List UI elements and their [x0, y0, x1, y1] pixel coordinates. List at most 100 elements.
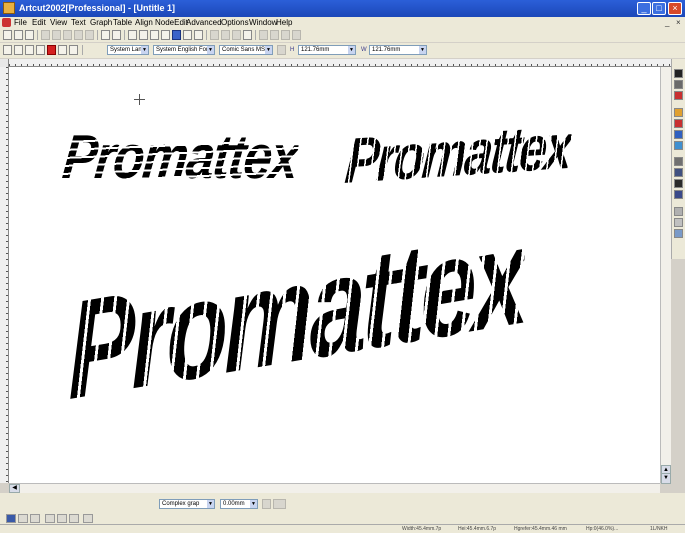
align-left-icon[interactable] — [259, 30, 268, 40]
undo-icon[interactable] — [101, 30, 110, 40]
pen-tool-icon[interactable] — [674, 108, 683, 117]
cut-icon[interactable] — [41, 30, 50, 40]
menu-file[interactable]: File — [14, 18, 27, 27]
menu-options[interactable]: Options — [221, 18, 249, 27]
text-tool-icon[interactable] — [674, 130, 683, 139]
node-tool-icon[interactable] — [674, 80, 683, 89]
menu-view[interactable]: View — [50, 18, 67, 27]
language-select[interactable]: System Lan ▼ — [107, 45, 149, 55]
menu-align[interactable]: Align — [135, 18, 153, 27]
grid-icon[interactable] — [243, 30, 252, 40]
menu-text[interactable]: Text — [71, 18, 86, 27]
font-select[interactable]: Comic Sans MS ▼ — [219, 45, 273, 55]
offset-select[interactable]: 0.00mm ▼ — [220, 499, 258, 509]
weld-tool-icon[interactable] — [674, 168, 683, 177]
lock-ratio-icon[interactable] — [277, 45, 286, 55]
print-icon[interactable] — [150, 30, 159, 40]
layout-mode-icon[interactable] — [18, 514, 28, 523]
image-tool-icon[interactable] — [674, 229, 683, 238]
height-label: H — [290, 47, 295, 53]
ruler-corner[interactable] — [0, 59, 9, 67]
close-button[interactable]: × — [668, 2, 682, 15]
menu-advanced[interactable]: Advanced — [186, 18, 222, 27]
align-right-icon[interactable] — [281, 30, 290, 40]
import-icon[interactable] — [128, 30, 137, 40]
open-file-icon[interactable] — [14, 30, 23, 40]
maximize-button[interactable]: □ — [652, 2, 666, 15]
table-tool-icon[interactable] — [674, 207, 683, 216]
shape-tool-icon[interactable] — [674, 91, 683, 100]
chevron-down-icon[interactable]: ▼ — [207, 500, 214, 508]
chevron-down-icon[interactable]: ▼ — [250, 500, 257, 508]
app-icon[interactable] — [3, 2, 15, 14]
width-input[interactable]: 121.76mm ▼ — [369, 45, 427, 55]
chevron-down-icon[interactable]: ▼ — [141, 46, 148, 54]
properties-icon[interactable] — [85, 30, 94, 40]
export-icon[interactable] — [139, 30, 148, 40]
vertical-scrollbar[interactable]: ▲ ▼ — [660, 67, 671, 484]
shadow-tool-icon[interactable] — [674, 190, 683, 199]
view-mode-icon[interactable] — [6, 514, 16, 523]
menu-window[interactable]: Window — [249, 18, 277, 27]
height-input[interactable]: 121.76mm ▼ — [298, 45, 356, 55]
drawing-canvas[interactable]: Promattex Promattex Promattex — [9, 67, 660, 483]
chevron-down-icon[interactable]: ▼ — [207, 46, 214, 54]
crop-tool-icon[interactable] — [674, 157, 683, 166]
text-mode-icon[interactable] — [83, 514, 93, 523]
zoom-in-icon[interactable] — [3, 45, 12, 55]
chevron-down-icon[interactable]: ▼ — [419, 46, 426, 54]
scroll-left-icon[interactable]: ◀ — [9, 484, 20, 493]
scroll-down-icon[interactable]: ▼ — [661, 473, 671, 484]
delete-icon[interactable] — [74, 30, 83, 40]
select-tool-icon[interactable] — [674, 69, 683, 78]
minimize-button[interactable]: _ — [637, 2, 651, 15]
save-icon[interactable] — [25, 30, 34, 40]
document-icon[interactable] — [2, 18, 11, 27]
horizontal-ruler[interactable] — [9, 59, 671, 67]
menu-help[interactable]: Help — [276, 18, 292, 27]
align-justify-icon[interactable] — [292, 30, 301, 40]
mirror-vertical-icon[interactable] — [221, 30, 230, 40]
menu-table[interactable]: Table — [113, 18, 132, 27]
redo-icon[interactable] — [112, 30, 121, 40]
distribute-mode-icon[interactable] — [57, 514, 67, 523]
menu-edit[interactable]: Edit — [32, 18, 46, 27]
cut-plot-icon[interactable] — [172, 30, 181, 40]
align-mode-icon[interactable] — [45, 514, 55, 523]
barcode-tool-icon[interactable] — [674, 218, 683, 227]
fill-tool-icon[interactable] — [674, 141, 683, 150]
chevron-down-icon[interactable]: ▼ — [265, 46, 272, 54]
color-tool-icon[interactable] — [674, 119, 683, 128]
rotate-icon[interactable] — [232, 30, 241, 40]
vertical-ruler[interactable] — [0, 67, 9, 483]
apply-icon[interactable] — [262, 499, 271, 509]
menu-graph[interactable]: Graph — [90, 18, 112, 27]
horizontal-scrollbar[interactable]: ◀ — [9, 483, 660, 493]
mdi-minimize-button[interactable]: _ — [665, 18, 669, 27]
promattex-text-top-left[interactable]: Promattex — [60, 123, 302, 192]
status-bar: Width:45.4mm.7p Hei:45.4mm.6.7p Hgrefer:… — [0, 524, 685, 533]
group-mode-icon[interactable] — [69, 514, 79, 523]
zoom-page-icon[interactable] — [25, 45, 34, 55]
outline-icon[interactable] — [273, 499, 286, 509]
print-preview-icon[interactable] — [161, 30, 170, 40]
fill-mode-select[interactable]: Complex grap ▼ — [159, 499, 215, 509]
border-tool-icon[interactable] — [674, 179, 683, 188]
zoom-out-icon[interactable] — [14, 45, 23, 55]
copy-icon[interactable] — [52, 30, 61, 40]
new-file-icon[interactable] — [3, 30, 12, 40]
menu-nodeedit[interactable]: NodeEdit — [155, 18, 188, 27]
help-icon[interactable] — [183, 30, 192, 40]
pan-icon[interactable] — [36, 45, 45, 55]
align-center-icon[interactable] — [270, 30, 279, 40]
mirror-horizontal-icon[interactable] — [210, 30, 219, 40]
chevron-down-icon[interactable]: ▼ — [348, 46, 355, 54]
zoom-selected-icon[interactable] — [58, 45, 67, 55]
zoom-all-icon[interactable] — [69, 45, 78, 55]
tip-icon[interactable] — [194, 30, 203, 40]
mdi-close-button[interactable]: × — [676, 18, 681, 27]
wireframe-mode-icon[interactable] — [30, 514, 40, 523]
font-language-select[interactable]: System English For ▼ — [153, 45, 215, 55]
paste-icon[interactable] — [63, 30, 72, 40]
fill-color-icon[interactable] — [47, 45, 56, 55]
